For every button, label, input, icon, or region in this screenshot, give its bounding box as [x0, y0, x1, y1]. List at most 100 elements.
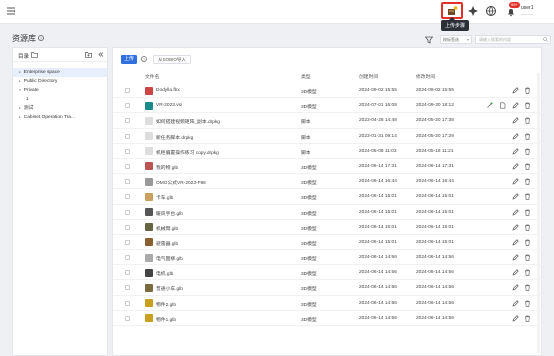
- import-button[interactable]: 从SOBIO导入: [153, 55, 191, 64]
- delete-icon[interactable]: [524, 209, 531, 216]
- table-row[interactable]: 机械臂.glb 3D模型 2024-06-14 15:01 2024-06-14 15…: [113, 220, 543, 235]
- help-icon[interactable]: ?: [141, 56, 147, 62]
- edit-icon[interactable]: [512, 239, 519, 246]
- table-row[interactable]: 普通小车.glb 3D模型 2024-06-14 14:56 2024-06-14 1…: [113, 280, 543, 296]
- search-input[interactable]: 请输入搜索的内容: [475, 35, 551, 44]
- tree-arrow-icon[interactable]: ▸: [19, 79, 21, 83]
- row-checkbox[interactable]: [125, 239, 130, 245]
- row-checkbox[interactable]: [125, 224, 130, 230]
- edit-icon[interactable]: [512, 269, 519, 276]
- delete-icon[interactable]: [524, 239, 531, 246]
- row-checkbox[interactable]: [125, 88, 130, 93]
- row-checkbox[interactable]: [125, 209, 130, 215]
- menu-icon[interactable]: [6, 6, 16, 16]
- share-icon[interactable]: [486, 102, 493, 109]
- edit-icon[interactable]: [512, 117, 519, 124]
- delete-icon[interactable]: [524, 87, 531, 94]
- file-name[interactable]: 我的物.glb: [156, 164, 178, 171]
- file-name[interactable]: 新任务脚本.drpkg: [156, 134, 193, 141]
- column-header-type[interactable]: 类型: [301, 73, 311, 80]
- delete-icon[interactable]: [524, 102, 531, 109]
- edit-icon[interactable]: [512, 193, 519, 200]
- file-name[interactable]: 避雷器.glb: [156, 240, 178, 247]
- file-name[interactable]: 物件1.glb: [156, 316, 176, 323]
- edit-icon[interactable]: [512, 163, 519, 170]
- file-name[interactable]: 普通小车.glb: [156, 285, 183, 292]
- delete-icon[interactable]: [524, 224, 531, 231]
- tree-item-private[interactable]: ▾ Private: [13, 86, 107, 95]
- row-checkbox[interactable]: [125, 255, 130, 261]
- file-name[interactable]: 如何搭建视频矩阵_副本.drpkg: [156, 118, 220, 125]
- scrollbar[interactable]: [537, 73, 540, 353]
- tree-item-cabinet-operation[interactable]: ▸ Cabinet Operation Tra...: [13, 113, 107, 122]
- table-row[interactable]: VR-2023.vsi 3D模型 2024-07-01 16:08 2024-09-3…: [113, 98, 543, 114]
- file-name[interactable]: 物件2.glb: [156, 301, 176, 308]
- file-name[interactable]: OMG公式VR-2023-F86: [156, 179, 206, 186]
- tree-arrow-icon[interactable]: ▸: [19, 70, 21, 74]
- table-row[interactable]: Dodylla.fbx 3D模型 2024-09-02 15:55 2024-09-0…: [113, 83, 543, 99]
- user-menu[interactable]: user1 ———: [521, 5, 534, 17]
- new-folder-icon[interactable]: [85, 51, 92, 58]
- delete-icon[interactable]: [524, 133, 531, 140]
- table-row[interactable]: 卡车.glb 3D模型 2024-06-14 15:01 2024-06-14 15:…: [113, 189, 543, 205]
- file-name[interactable]: 机柜偏置操作练习 copy.drpkg: [156, 149, 219, 156]
- table-row[interactable]: 物件1.glb 3D模型 2024-06-14 14:56 2024-06-14 14…: [113, 311, 543, 326]
- tree-arrow-icon[interactable]: ▾: [19, 88, 21, 92]
- table-row[interactable]: 电气图柳.glb 3D模型 2024-06-14 14:56 2024-06-14 1…: [113, 250, 543, 266]
- file-name[interactable]: VR-2023.vsi: [156, 103, 182, 108]
- delete-icon[interactable]: [524, 163, 531, 170]
- delete-icon[interactable]: [524, 117, 531, 125]
- row-checkbox[interactable]: [125, 163, 130, 169]
- delete-icon[interactable]: [524, 300, 531, 307]
- delete-icon[interactable]: [524, 193, 531, 201]
- tree-arrow-icon[interactable]: ▸: [19, 106, 21, 110]
- edit-icon[interactable]: [512, 87, 519, 94]
- tree-item-test[interactable]: ▸ 测试: [13, 104, 107, 113]
- row-checkbox[interactable]: [125, 315, 130, 321]
- table-row[interactable]: 避雷器.glb 3D模型 2024-06-14 15:01 2024-06-14 15…: [113, 235, 543, 251]
- edit-icon[interactable]: [512, 254, 519, 261]
- globe-icon[interactable]: [485, 5, 497, 17]
- edit-icon[interactable]: [512, 315, 519, 322]
- table-row[interactable]: 暖风手台.glb 3D模型 2024-06-14 15:01 2024-06-14 1…: [113, 205, 543, 220]
- file-name[interactable]: 卡车.glb: [156, 194, 173, 201]
- bell-icon[interactable]: [506, 7, 516, 17]
- upload-button[interactable]: 上传: [121, 55, 137, 64]
- tree-item-1[interactable]: 1: [13, 95, 107, 104]
- download-icon[interactable]: [499, 102, 506, 109]
- search-icon[interactable]: [543, 37, 548, 42]
- delete-icon[interactable]: [524, 178, 531, 185]
- row-checkbox[interactable]: [125, 285, 130, 291]
- file-name[interactable]: 暖风手台.glb: [156, 210, 183, 217]
- edit-icon[interactable]: [512, 148, 519, 155]
- table-row[interactable]: 物件2.glb 3D模型 2024-06-14 14:56 2024-06-14 14…: [113, 296, 543, 311]
- row-checkbox[interactable]: [125, 148, 130, 154]
- column-header-created[interactable]: 创建时间: [359, 73, 378, 80]
- file-name[interactable]: 电机.glb: [156, 270, 173, 277]
- table-row[interactable]: 新任务脚本.drpkg 脚本 2023-01-31 09:14 2024-05-20 …: [113, 129, 543, 144]
- edit-icon[interactable]: [512, 223, 519, 231]
- table-row[interactable]: OMG公式VR-2023-F86 3D模型 2024-06-14 16:44 2024…: [113, 174, 543, 190]
- row-checkbox[interactable]: [125, 300, 130, 306]
- row-checkbox[interactable]: [125, 179, 130, 185]
- delete-icon[interactable]: [524, 148, 531, 155]
- file-name[interactable]: Dodylla.fbx: [156, 88, 180, 93]
- plugin-icon[interactable]: [467, 5, 479, 17]
- table-row[interactable]: 机柜偏置操作练习 copy.drpkg 脚本 2024-05-08 11:03 202…: [113, 144, 543, 159]
- tree-item-enterprise-space[interactable]: ▸ Enterprise space: [13, 68, 107, 77]
- row-checkbox[interactable]: [125, 133, 130, 139]
- edit-icon[interactable]: [512, 178, 519, 185]
- tree-item-public-directory[interactable]: ▸ Public Directory: [13, 77, 107, 86]
- row-checkbox[interactable]: [125, 118, 130, 124]
- edit-icon[interactable]: [512, 299, 519, 307]
- file-name[interactable]: 机械臂.glb: [156, 225, 178, 232]
- row-checkbox[interactable]: [125, 103, 130, 109]
- help-icon[interactable]: ?: [38, 35, 44, 41]
- edit-icon[interactable]: [512, 284, 519, 291]
- tag-filter-select[interactable]: 按标签选 ▾: [440, 35, 472, 44]
- row-checkbox[interactable]: [125, 270, 130, 276]
- folder-add-icon[interactable]: [31, 51, 38, 58]
- delete-icon[interactable]: [524, 284, 531, 292]
- filter-icon[interactable]: [425, 36, 433, 44]
- row-checkbox[interactable]: [125, 194, 130, 200]
